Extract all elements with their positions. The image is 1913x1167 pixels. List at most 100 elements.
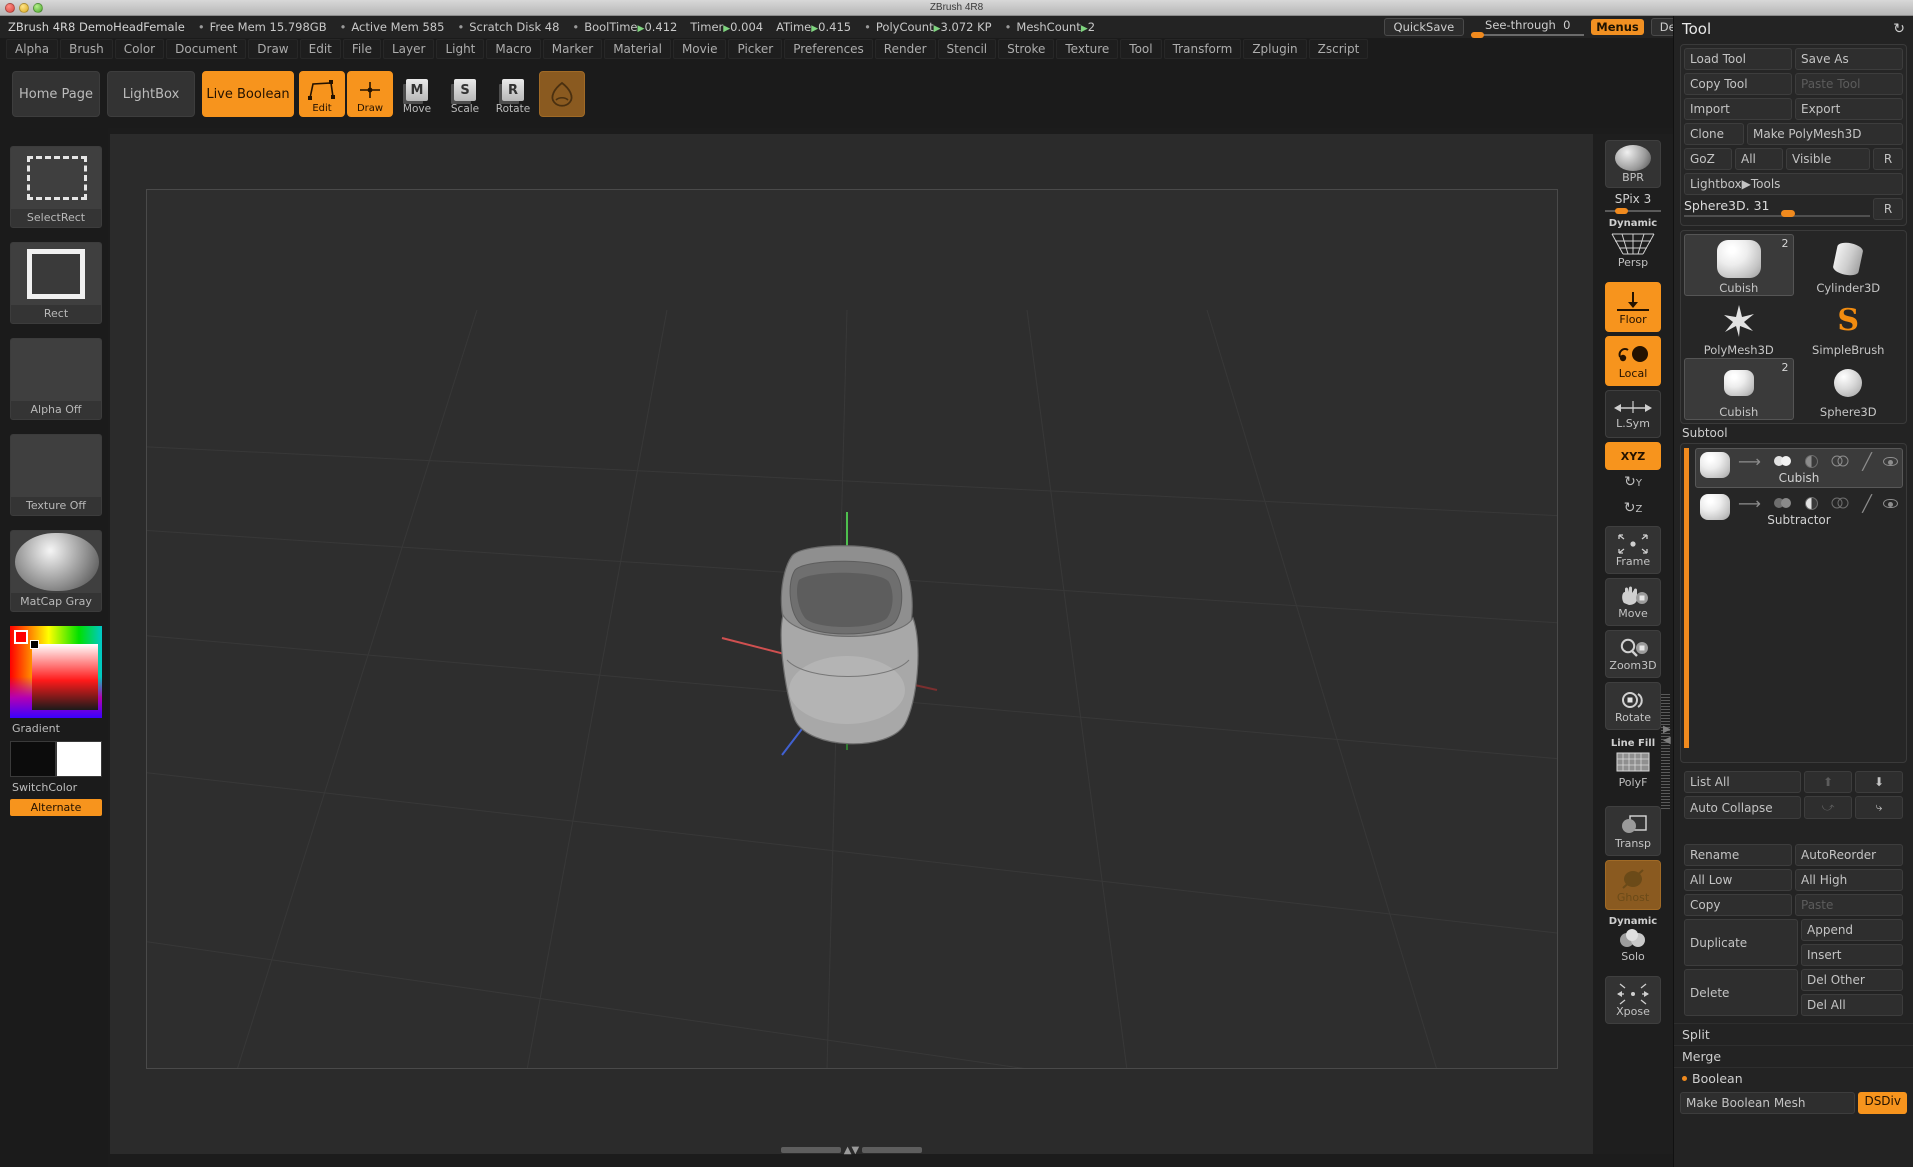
switchcolor-swatches[interactable] — [10, 741, 102, 777]
ghost-transparency-button[interactable]: Ghost — [1605, 860, 1661, 910]
primary-color[interactable] — [10, 741, 56, 777]
scale-mode-button[interactable]: S Scale — [443, 71, 487, 117]
list-all-button[interactable]: List All — [1684, 771, 1801, 793]
brush-stroke-icon[interactable]: ╱ — [1862, 494, 1872, 513]
tool-cell-cylinder3d[interactable]: Cylinder3D — [1794, 234, 1904, 296]
split-circle-icon[interactable] — [1829, 497, 1851, 509]
insert-button[interactable]: Insert — [1801, 944, 1903, 966]
eye-icon[interactable] — [1882, 498, 1898, 508]
copy-tool-button[interactable]: Copy Tool — [1684, 73, 1792, 95]
home-page-button[interactable]: Home Page — [12, 71, 100, 117]
color-cursor[interactable] — [30, 640, 39, 649]
color-picker[interactable] — [10, 626, 102, 718]
subtool-arrow-icon[interactable]: ⟶ — [1738, 452, 1761, 471]
secondary-color[interactable] — [56, 741, 102, 777]
texture-off-tile[interactable]: Texture Off — [10, 434, 102, 516]
del-all-button[interactable]: Del All — [1801, 994, 1903, 1016]
subtool-arrow-icon[interactable]: ⟶ — [1738, 494, 1761, 513]
tool-cell-cubish-small[interactable]: 2 Cubish — [1684, 358, 1794, 420]
active-tool-slider-body[interactable]: Sphere3D. 31 — [1684, 198, 1870, 220]
make-boolean-mesh-button[interactable]: Make Boolean Mesh — [1680, 1092, 1856, 1114]
subtool-section-header[interactable]: Subtool — [1674, 424, 1913, 443]
menu-item-zplugin[interactable]: Zplugin — [1243, 39, 1307, 59]
clone-button[interactable]: Clone — [1684, 123, 1744, 145]
menu-item-color[interactable]: Color — [114, 39, 165, 59]
scrollbar-arrows-icon[interactable]: ▲▼ — [844, 1145, 859, 1156]
group-out-button[interactable]: ⤻ — [1804, 796, 1852, 819]
all-low-button[interactable]: All Low — [1684, 869, 1792, 891]
active-tool-slider[interactable]: Sphere3D. 31 R — [1684, 198, 1903, 220]
subtool-item-cubish[interactable]: ⟶ ╱ Cubish — [1695, 448, 1903, 488]
visibility-two-circles-icon[interactable] — [1772, 497, 1794, 509]
menu-item-stencil[interactable]: Stencil — [937, 39, 997, 59]
primary-color-swatch[interactable] — [14, 630, 28, 644]
subtool-item-subtractor[interactable]: ⟶ ╱ Subtractor — [1695, 490, 1903, 530]
rename-button[interactable]: Rename — [1684, 844, 1792, 866]
menus-button[interactable]: Menus — [1591, 19, 1644, 35]
frame-button[interactable]: Frame — [1605, 526, 1661, 574]
menu-item-layer[interactable]: Layer — [382, 39, 435, 59]
local-symmetry-button[interactable]: L.Sym — [1605, 390, 1661, 438]
menu-item-light[interactable]: Light — [436, 39, 485, 59]
floor-grid-button[interactable]: Floor — [1605, 282, 1661, 332]
menu-item-stroke[interactable]: Stroke — [998, 39, 1055, 59]
menu-item-brush[interactable]: Brush — [60, 39, 113, 59]
del-other-button[interactable]: Del Other — [1801, 969, 1903, 991]
tool-cell-simplebrush[interactable]: S SimpleBrush — [1794, 296, 1904, 358]
load-tool-button[interactable]: Load Tool — [1684, 48, 1792, 70]
tool-cell-polymesh3d[interactable]: PolyMesh3D — [1684, 296, 1794, 358]
lightbox-button[interactable]: LightBox — [107, 71, 195, 117]
live-boolean-button[interactable]: Live Boolean — [202, 71, 294, 117]
tool-cell-sphere3d[interactable]: Sphere3D — [1794, 358, 1904, 420]
split-section[interactable]: Split — [1674, 1023, 1913, 1045]
canvas-area[interactable] — [110, 134, 1593, 1154]
local-transform-button[interactable]: Local — [1605, 336, 1661, 386]
alpha-rect-tile[interactable]: Rect — [10, 242, 102, 324]
goz-button[interactable]: GoZ — [1684, 148, 1732, 170]
saturation-value-field[interactable] — [32, 644, 98, 710]
menu-item-zscript[interactable]: Zscript — [1308, 39, 1369, 59]
subtool-toggle-icons[interactable]: ⟶ ╱ — [1738, 452, 1898, 471]
menu-item-transform[interactable]: Transform — [1163, 39, 1242, 59]
menu-item-document[interactable]: Document — [166, 39, 247, 59]
close-window-icon[interactable] — [5, 3, 15, 13]
material-tile[interactable]: MatCap Gray — [10, 530, 102, 612]
polyframe-button[interactable]: PolyF — [1605, 750, 1661, 789]
duplicate-button[interactable]: Duplicate — [1684, 919, 1798, 966]
paste-subtool-button[interactable]: Paste — [1795, 894, 1903, 916]
merge-section[interactable]: Merge — [1674, 1045, 1913, 1067]
draw-mode-button[interactable]: Draw — [347, 71, 393, 117]
save-as-button[interactable]: Save As — [1795, 48, 1903, 70]
see-through-slider[interactable]: See-through 0 — [1471, 18, 1585, 38]
boolean-section[interactable]: Boolean — [1674, 1067, 1913, 1089]
edit-mode-button[interactable]: Edit — [299, 71, 345, 117]
window-controls[interactable] — [5, 3, 43, 13]
menu-item-preferences[interactable]: Preferences — [784, 39, 873, 59]
solo-button[interactable]: Solo — [1605, 928, 1661, 963]
subtool-scroll-indicator[interactable] — [1684, 448, 1689, 748]
alternate-button[interactable]: Alternate — [10, 799, 102, 816]
move-view-button[interactable]: Move — [1605, 578, 1661, 626]
reload-icon[interactable]: ↻ — [1893, 21, 1905, 37]
move-up-button[interactable]: ⬆ — [1804, 771, 1852, 793]
group-in-button[interactable]: ⤷ — [1855, 796, 1903, 819]
subtool-toggle-icons[interactable]: ⟶ ╱ — [1738, 494, 1898, 513]
spix-knob[interactable] — [1615, 208, 1628, 214]
delete-button[interactable]: Delete — [1684, 969, 1798, 1016]
polyframe-toggle-icon[interactable] — [1805, 496, 1819, 510]
menu-item-tool[interactable]: Tool — [1120, 39, 1162, 59]
menu-item-draw[interactable]: Draw — [248, 39, 298, 59]
minimize-window-icon[interactable] — [19, 3, 29, 13]
canvas-horizontal-scrollbar[interactable]: ▲▼ — [110, 1143, 1593, 1157]
dynamic-persp-label[interactable]: Dynamic — [1593, 218, 1673, 229]
zoom3d-button[interactable]: Zoom3D — [1605, 630, 1661, 678]
menu-item-render[interactable]: Render — [874, 39, 936, 59]
bpr-render-button[interactable]: BPR — [1605, 140, 1661, 188]
paste-tool-button[interactable]: Paste Tool — [1795, 73, 1903, 95]
rotate-view-button[interactable]: Rotate — [1605, 682, 1661, 730]
xyz-symmetry-button[interactable]: XYZ — [1605, 442, 1661, 470]
perspective-button[interactable]: Persp — [1605, 230, 1661, 269]
current-brush-swatch[interactable] — [539, 71, 585, 117]
menu-item-alpha[interactable]: Alpha — [6, 39, 59, 59]
split-circle-icon[interactable] — [1829, 455, 1851, 467]
